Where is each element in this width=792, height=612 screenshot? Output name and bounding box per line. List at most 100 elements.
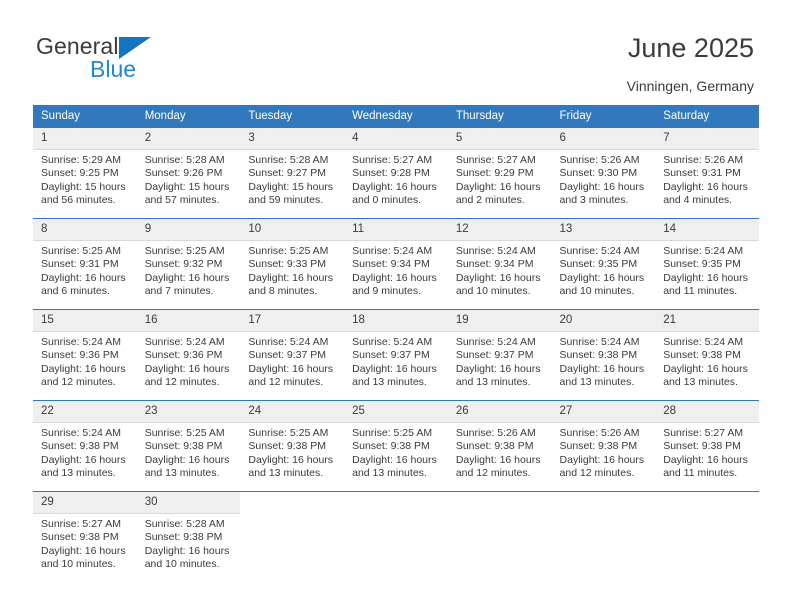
- calendar-day-cell[interactable]: 10 Sunrise: 5:25 AM Sunset: 9:33 PM Dayligh…: [240, 218, 345, 310]
- day-number: 10: [240, 219, 345, 241]
- day-number: 29: [33, 492, 137, 514]
- location-subtitle: Vinningen, Germany: [626, 78, 754, 94]
- calendar-day-cell[interactable]: 25 Sunrise: 5:25 AM Sunset: 9:38 PM Dayligh…: [344, 400, 448, 492]
- calendar-day-cell[interactable]: 21 Sunrise: 5:24 AM Sunset: 9:38 PM Dayligh…: [655, 309, 759, 401]
- day-number: 1: [33, 128, 137, 150]
- day-details: Sunrise: 5:25 AM Sunset: 9:38 PM Daylight:…: [344, 423, 448, 481]
- sunset-text: Sunset: 9:36 PM: [144, 349, 223, 362]
- daylight-text: Daylight: 16 hours and 9 minutes.: [352, 271, 437, 298]
- calendar-day-cell[interactable]: 18 Sunrise: 5:24 AM Sunset: 9:37 PM Dayligh…: [344, 309, 448, 401]
- day-number: 19: [447, 310, 552, 332]
- daylight-text: Daylight: 15 hours and 56 minutes.: [41, 180, 126, 207]
- sunset-text: Sunset: 9:31 PM: [663, 167, 741, 180]
- calendar-day-cell[interactable]: 6 Sunrise: 5:26 AM Sunset: 9:30 PM Daylight…: [551, 127, 656, 219]
- sunset-text: Sunset: 9:38 PM: [663, 440, 741, 453]
- calendar-day-cell[interactable]: 20 Sunrise: 5:24 AM Sunset: 9:38 PM Dayligh…: [551, 309, 656, 401]
- day-details: Sunrise: 5:29 AM Sunset: 9:25 PM Daylight:…: [33, 150, 137, 208]
- daylight-text: Daylight: 16 hours and 12 minutes.: [559, 453, 645, 480]
- calendar-day-cell[interactable]: 4 Sunrise: 5:27 AM Sunset: 9:28 PM Daylight…: [344, 127, 448, 219]
- day-details: Sunrise: 5:26 AM Sunset: 9:38 PM Daylight:…: [448, 423, 552, 481]
- daylight-text: Daylight: 16 hours and 8 minutes.: [248, 271, 334, 298]
- calendar-day-cell[interactable]: 17 Sunrise: 5:24 AM Sunset: 9:37 PM Dayligh…: [240, 309, 345, 401]
- calendar-week-row: 15 Sunrise: 5:24 AM Sunset: 9:36 PM Dayligh…: [33, 309, 759, 401]
- day-number: 17: [240, 310, 345, 332]
- weekday-header-sunday: Sunday: [33, 105, 137, 128]
- day-number: 21: [655, 310, 759, 332]
- day-number: 27: [551, 401, 656, 423]
- daylight-text: Daylight: 16 hours and 13 minutes.: [248, 453, 334, 480]
- day-details: Sunrise: 5:28 AM Sunset: 9:26 PM Daylight:…: [137, 150, 241, 208]
- daylight-text: Daylight: 16 hours and 13 minutes.: [144, 453, 230, 480]
- daylight-text: Daylight: 16 hours and 13 minutes.: [455, 362, 541, 389]
- calendar-day-cell[interactable]: 28 Sunrise: 5:27 AM Sunset: 9:38 PM Dayligh…: [655, 400, 759, 492]
- day-details: Sunrise: 5:25 AM Sunset: 9:38 PM Daylight:…: [137, 423, 241, 481]
- calendar-day-cell[interactable]: 5 Sunrise: 5:27 AM Sunset: 9:29 PM Daylight…: [447, 127, 552, 219]
- day-number: 3: [240, 128, 345, 150]
- calendar-day-cell[interactable]: 1 Sunrise: 5:29 AM Sunset: 9:25 PM Daylight…: [33, 127, 137, 219]
- day-details: Sunrise: 5:27 AM Sunset: 9:38 PM Daylight:…: [33, 514, 137, 572]
- sunset-text: Sunset: 9:35 PM: [559, 258, 638, 271]
- sunrise-text: Sunrise: 5:24 AM: [455, 336, 536, 348]
- calendar-day-cell[interactable]: 9 Sunrise: 5:25 AM Sunset: 9:32 PM Daylight…: [136, 218, 241, 310]
- sunset-text: Sunset: 9:38 PM: [455, 440, 534, 453]
- day-number: 12: [447, 219, 552, 241]
- daylight-text: Daylight: 16 hours and 11 minutes.: [663, 453, 748, 480]
- sunrise-text: Sunrise: 5:28 AM: [144, 518, 225, 530]
- calendar-day-cell[interactable]: 15 Sunrise: 5:24 AM Sunset: 9:36 PM Dayligh…: [33, 309, 137, 401]
- weekday-header-friday: Friday: [551, 105, 656, 128]
- daylight-text: Daylight: 16 hours and 13 minutes.: [41, 453, 126, 480]
- day-details: Sunrise: 5:24 AM Sunset: 9:38 PM Daylight:…: [655, 332, 759, 390]
- day-number: 2: [136, 128, 241, 150]
- calendar-day-cell[interactable]: 8 Sunrise: 5:25 AM Sunset: 9:31 PM Daylight…: [33, 218, 137, 310]
- calendar-day-cell[interactable]: 11 Sunrise: 5:24 AM Sunset: 9:34 PM Dayligh…: [344, 218, 448, 310]
- calendar-day-cell[interactable]: 22 Sunrise: 5:24 AM Sunset: 9:38 PM Dayligh…: [33, 400, 137, 492]
- calendar-day-cell[interactable]: 23 Sunrise: 5:25 AM Sunset: 9:38 PM Dayligh…: [136, 400, 241, 492]
- sunset-text: Sunset: 9:34 PM: [352, 258, 430, 271]
- sunrise-text: Sunrise: 5:24 AM: [248, 336, 329, 348]
- weekday-header-thursday: Thursday: [447, 105, 552, 128]
- day-number: 20: [551, 310, 656, 332]
- calendar-day-cell[interactable]: 2 Sunrise: 5:28 AM Sunset: 9:26 PM Daylight…: [136, 127, 241, 219]
- day-number: 16: [136, 310, 241, 332]
- sunset-text: Sunset: 9:35 PM: [663, 258, 741, 271]
- calendar-day-cell[interactable]: 16 Sunrise: 5:24 AM Sunset: 9:36 PM Dayligh…: [136, 309, 241, 401]
- day-details: Sunrise: 5:24 AM Sunset: 9:37 PM Daylight:…: [448, 332, 552, 390]
- day-number: 23: [136, 401, 241, 423]
- day-number: 28: [655, 401, 759, 423]
- sunset-text: Sunset: 9:38 PM: [144, 440, 223, 453]
- calendar-week-row: 29 Sunrise: 5:27 AM Sunset: 9:38 PM Dayligh…: [33, 491, 759, 582]
- calendar-day-cell[interactable]: 7 Sunrise: 5:26 AM Sunset: 9:31 PM Daylight…: [655, 127, 759, 219]
- day-details: Sunrise: 5:26 AM Sunset: 9:31 PM Daylight:…: [655, 150, 759, 208]
- sunrise-text: Sunrise: 5:29 AM: [41, 154, 121, 166]
- weekday-header-wednesday: Wednesday: [344, 105, 448, 128]
- day-number: 26: [447, 401, 552, 423]
- calendar-day-cell[interactable]: 3 Sunrise: 5:28 AM Sunset: 9:27 PM Daylight…: [240, 127, 345, 219]
- calendar-day-cell[interactable]: 19 Sunrise: 5:24 AM Sunset: 9:37 PM Dayligh…: [447, 309, 552, 401]
- day-number: 14: [655, 219, 759, 241]
- calendar-day-cell[interactable]: 27 Sunrise: 5:26 AM Sunset: 9:38 PM Dayligh…: [551, 400, 656, 492]
- daylight-text: Daylight: 16 hours and 10 minutes.: [41, 544, 126, 571]
- day-number: 18: [344, 310, 448, 332]
- generalblue-logo[interactable]: General Blue: [36, 33, 256, 89]
- daylight-text: Daylight: 16 hours and 10 minutes.: [144, 544, 230, 571]
- calendar-day-cell[interactable]: 26 Sunrise: 5:26 AM Sunset: 9:38 PM Dayligh…: [447, 400, 552, 492]
- day-details: Sunrise: 5:24 AM Sunset: 9:35 PM Daylight:…: [655, 241, 759, 299]
- day-number: [552, 492, 656, 513]
- day-details: Sunrise: 5:24 AM Sunset: 9:38 PM Daylight:…: [552, 332, 656, 390]
- day-number: 15: [33, 310, 137, 332]
- calendar-week-row: 1 Sunrise: 5:29 AM Sunset: 9:25 PM Daylight…: [33, 127, 759, 219]
- calendar-day-cell[interactable]: 29 Sunrise: 5:27 AM Sunset: 9:38 PM Dayligh…: [33, 491, 137, 582]
- calendar-day-cell[interactable]: 24 Sunrise: 5:25 AM Sunset: 9:38 PM Dayligh…: [240, 400, 345, 492]
- sunset-text: Sunset: 9:38 PM: [144, 531, 223, 544]
- calendar-day-cell[interactable]: 12 Sunrise: 5:24 AM Sunset: 9:34 PM Dayligh…: [447, 218, 552, 310]
- day-number: [344, 492, 448, 513]
- sunset-text: Sunset: 9:30 PM: [559, 167, 638, 180]
- calendar-cell-empty: [240, 491, 345, 582]
- daylight-text: Daylight: 16 hours and 13 minutes.: [352, 453, 437, 480]
- calendar-day-cell[interactable]: 30 Sunrise: 5:28 AM Sunset: 9:38 PM Dayligh…: [136, 491, 241, 582]
- sunset-text: Sunset: 9:38 PM: [663, 349, 741, 362]
- calendar-day-cell[interactable]: 13 Sunrise: 5:24 AM Sunset: 9:35 PM Dayligh…: [551, 218, 656, 310]
- day-number: [448, 492, 552, 513]
- calendar-day-cell[interactable]: 14 Sunrise: 5:24 AM Sunset: 9:35 PM Dayligh…: [655, 218, 759, 310]
- sunrise-text: Sunrise: 5:24 AM: [663, 336, 744, 348]
